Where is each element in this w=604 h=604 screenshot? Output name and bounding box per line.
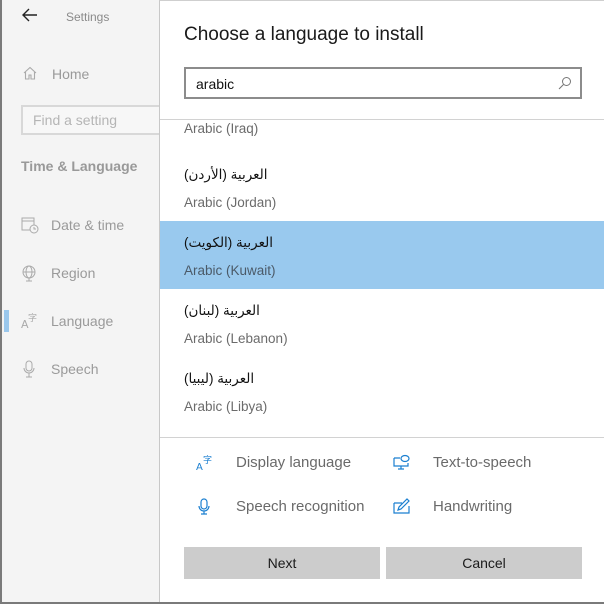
language-search-box[interactable] [184,67,582,99]
language-search-input[interactable] [196,74,546,94]
home-icon [23,66,37,80]
language-item-arabic-jordan[interactable]: العربية (الأردن) Arabic (Jordan) [160,153,604,221]
language-native-name: العربية (ليبيا) [184,371,255,386]
language-native-name: العربية (الأردن) [184,167,268,182]
language-item-arabic-libya[interactable]: العربية (ليبيا) Arabic (Libya) [160,357,604,425]
calendar-clock-icon [21,217,39,234]
sidebar-item-label: Region [51,265,96,281]
svg-text:A: A [196,462,203,472]
feature-label: Display language [236,454,352,471]
language-english-name: Arabic (Lebanon) [184,331,288,346]
language-item-arabic-kuwait[interactable]: العربية (الكويت) Arabic (Kuwait) [160,221,604,289]
section-title: Time & Language [21,158,138,174]
sidebar-item-speech[interactable]: Speech [4,349,160,389]
microphone-icon [23,360,35,378]
next-button[interactable]: Next [184,547,380,579]
language-native-name: العربية (لبنان) [184,303,260,318]
settings-window: Settings Home Find a setting Time & Lang… [0,0,604,604]
speech-recognition-icon [198,498,210,515]
globe-icon [22,265,36,282]
svg-text:字: 字 [203,454,212,466]
feature-label: Text-to-speech [433,454,532,471]
back-arrow-icon [22,8,37,22]
settings-sidebar: Settings Home Find a setting Time & Lang… [4,0,166,602]
sidebar-item-language[interactable]: A字 Language [4,301,160,341]
svg-text:字: 字 [28,312,37,324]
list-divider [160,437,604,438]
cancel-button[interactable]: Cancel [386,547,582,579]
app-title: Settings [66,10,110,24]
sidebar-item-label: Date & time [51,217,125,233]
sidebar-item-date-time[interactable]: Date & time [4,205,160,245]
language-item-arabic-iraq[interactable]: Arabic (Iraq) [160,120,604,147]
language-native-name: العربية (الكويت) [184,235,273,250]
sidebar-item-region[interactable]: Region [4,253,160,293]
feature-label: Speech recognition [236,498,365,515]
language-english-name: Arabic (Libya) [184,399,268,414]
language-icon: A字 [21,312,37,331]
language-english-name: Arabic (Iraq) [184,121,259,136]
nav-home[interactable]: Home [4,60,160,88]
feature-label: Handwriting [433,498,513,515]
language-english-name: Arabic (Kuwait) [184,263,276,278]
handwriting-icon [393,498,410,514]
language-english-name: Arabic (Jordan) [184,195,277,210]
nav-home-label: Home [52,66,90,82]
sidebar-item-label: Speech [51,361,99,377]
display-language-icon: A字 [196,454,212,472]
find-setting-input[interactable]: Find a setting [21,105,166,135]
search-icon[interactable] [558,76,572,90]
language-item-arabic-lebanon[interactable]: العربية (لبنان) Arabic (Lebanon) [160,289,604,357]
text-to-speech-icon [393,454,410,470]
language-list[interactable]: Arabic (Iraq) العربية (الأردن) Arabic (J… [160,120,604,437]
choose-language-dialog: Choose a language to install Arabic (Ira… [159,0,604,602]
active-indicator [4,310,9,332]
back-button[interactable] [21,6,41,26]
sidebar-item-label: Language [51,313,114,329]
dialog-title: Choose a language to install [184,24,424,45]
